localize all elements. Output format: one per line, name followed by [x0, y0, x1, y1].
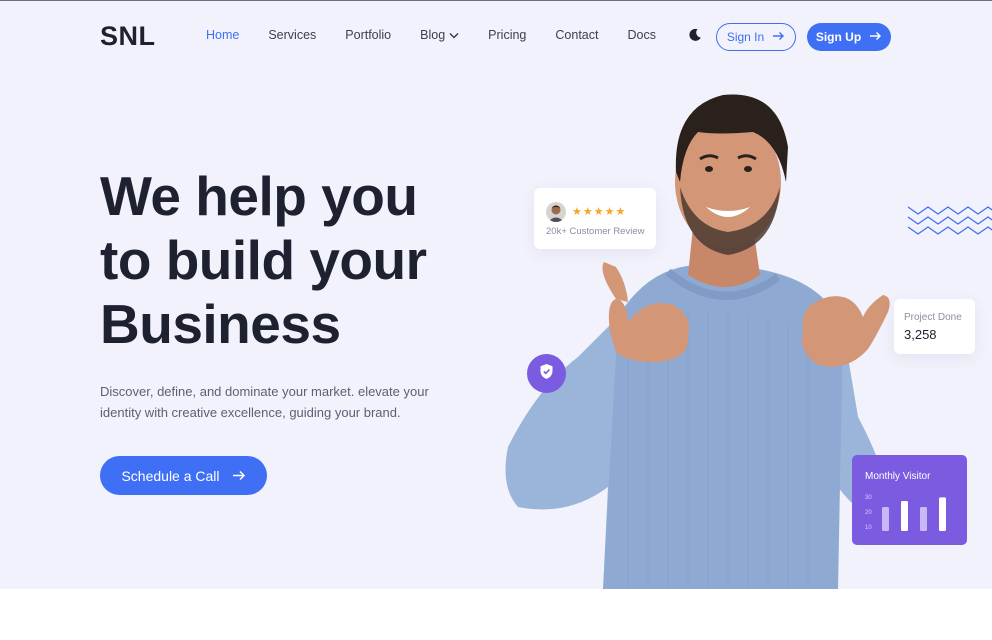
main-nav: Home Services Portfolio Blog Pricing Con…	[206, 28, 685, 42]
y-tick-label: 20	[865, 510, 872, 516]
logo[interactable]: SNL	[100, 21, 156, 52]
project-done-card: Project Done 3,258	[894, 299, 975, 354]
monthly-visitor-title: Monthly Visitor	[865, 471, 931, 482]
nav-blog[interactable]: Blog	[420, 28, 459, 42]
nav-portfolio[interactable]: Portfolio	[345, 28, 391, 42]
project-done-value: 3,258	[904, 327, 937, 342]
hero-headline: We help you to build your Business	[100, 164, 480, 356]
shield-check-icon	[539, 363, 554, 385]
chevron-down-icon	[449, 28, 459, 42]
customer-review-card: ★★★★★ 20k+ Customer Review	[534, 188, 656, 249]
arrow-right-icon	[772, 30, 785, 44]
visitor-bar	[901, 501, 908, 531]
monthly-visitor-card: Monthly Visitor 30 20 10	[852, 455, 967, 545]
headline-line-3: Business	[100, 293, 341, 355]
shield-check-badge	[527, 354, 566, 393]
next-section	[0, 589, 992, 640]
reviewer-avatar	[546, 202, 566, 222]
zigzag-decoration	[907, 206, 992, 235]
cta-label: Schedule a Call	[121, 467, 220, 484]
y-tick-label: 10	[865, 525, 872, 531]
review-count-text: 20k+ Customer Review	[546, 226, 645, 237]
moon-icon[interactable]	[688, 28, 702, 42]
nav-contact[interactable]: Contact	[555, 28, 598, 42]
rating-stars: ★★★★★	[572, 206, 627, 218]
headline-line-2: to build your	[100, 229, 427, 291]
sign-in-label: Sign In	[726, 30, 765, 44]
monthly-visitor-chart: 30 20 10	[865, 495, 946, 531]
schedule-call-button[interactable]: Schedule a Call	[100, 456, 267, 495]
sign-up-label: Sign Up	[815, 30, 862, 44]
hero-person-image	[505, 94, 890, 589]
hero-subtext: Discover, define, and dominate your mark…	[100, 384, 429, 420]
project-done-label: Project Done	[904, 312, 962, 323]
headline-line-1: We help you	[100, 165, 418, 227]
nav-docs[interactable]: Docs	[627, 28, 655, 42]
visitor-bar	[882, 507, 889, 531]
hero-section: SNL Home Services Portfolio Blog Pricing…	[0, 0, 992, 589]
nav-services[interactable]: Services	[268, 28, 316, 42]
nav-pricing[interactable]: Pricing	[488, 28, 526, 42]
y-tick-label: 30	[865, 495, 872, 501]
visitor-bar	[920, 507, 927, 531]
sign-up-button[interactable]: Sign Up	[807, 23, 891, 51]
sign-in-button[interactable]: Sign In	[716, 23, 796, 51]
visitor-bar	[939, 497, 946, 531]
nav-home[interactable]: Home	[206, 28, 239, 42]
arrow-right-icon	[869, 30, 882, 44]
arrow-right-icon	[232, 468, 246, 484]
